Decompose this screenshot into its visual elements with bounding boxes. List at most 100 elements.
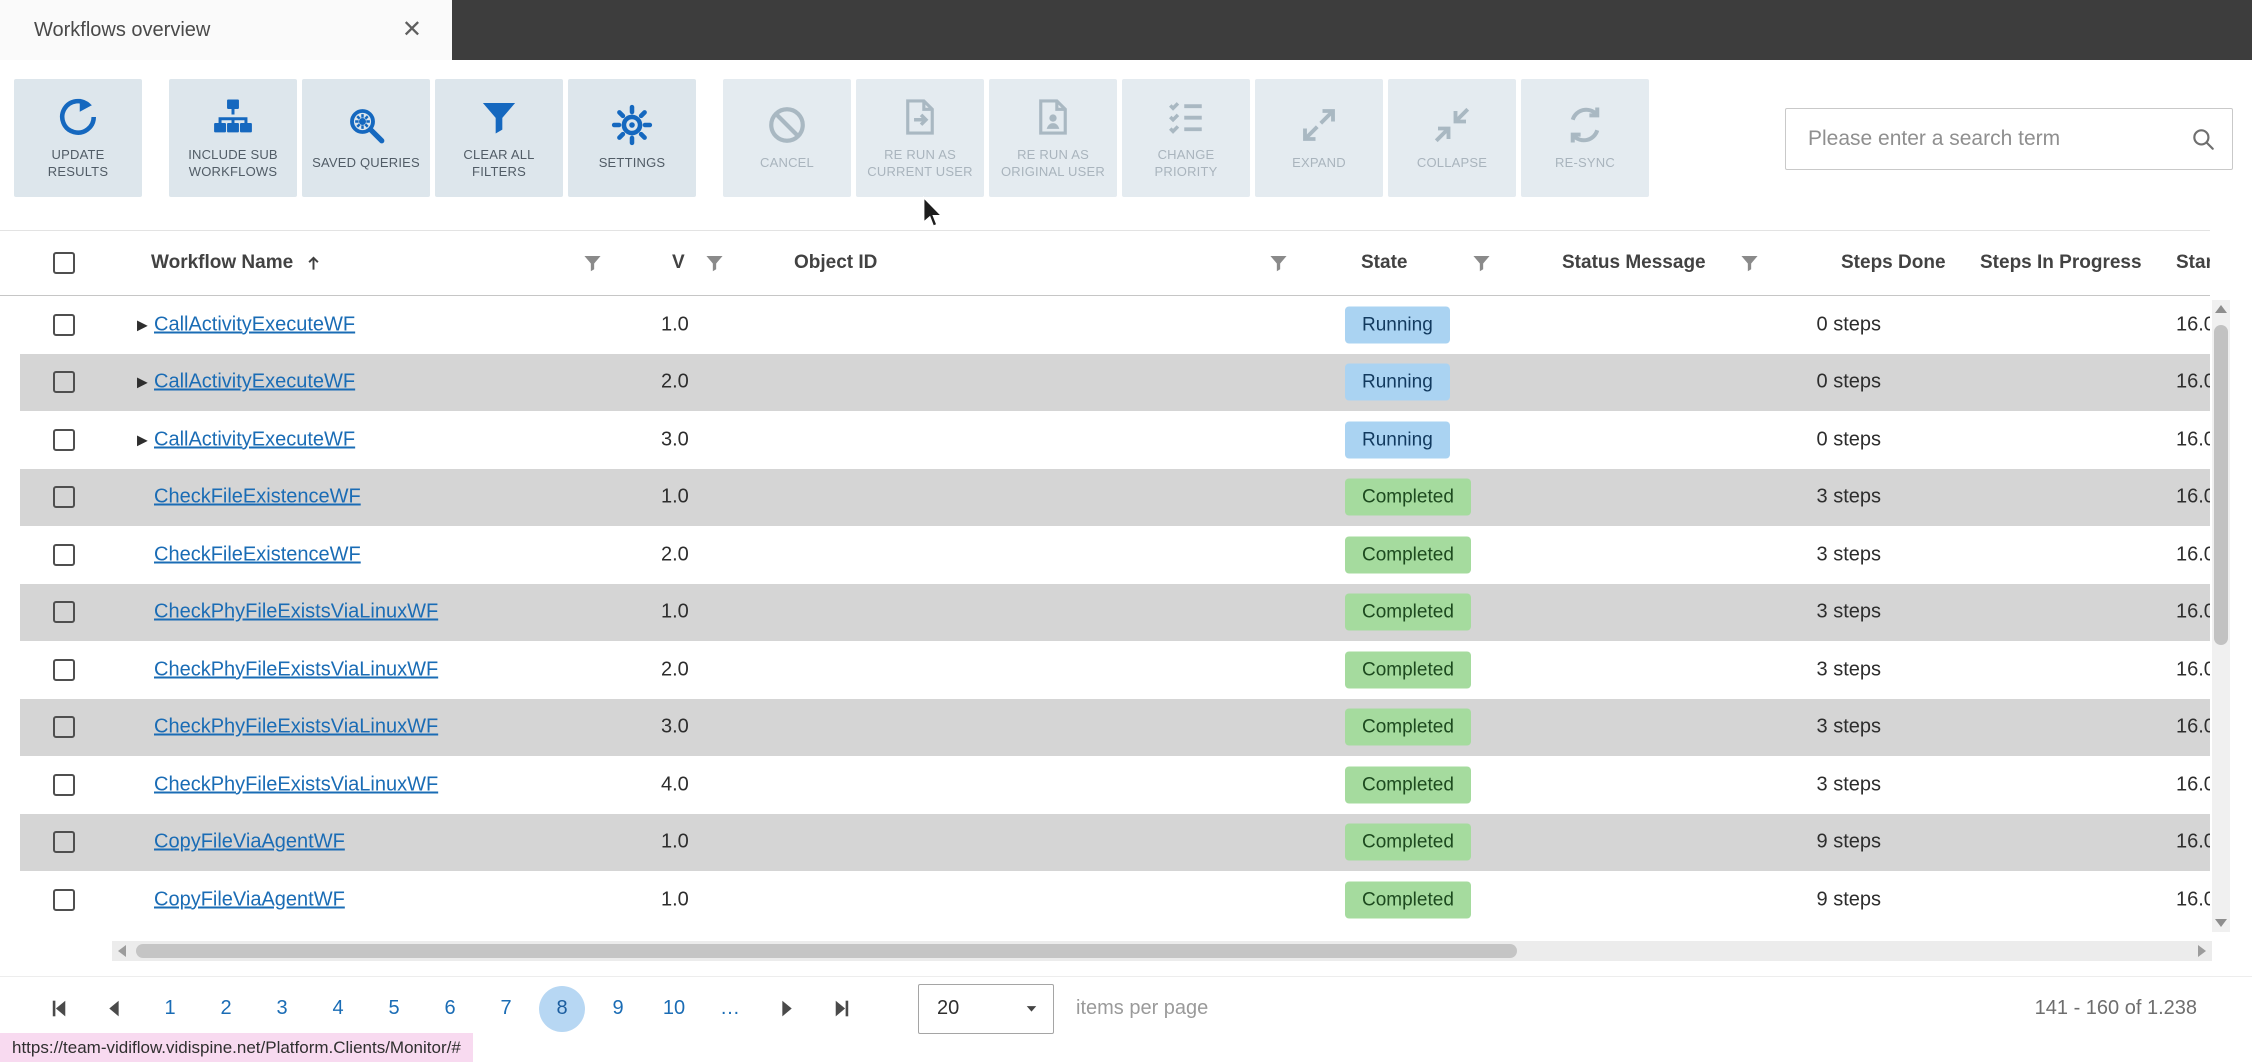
- clear-all-filters-button[interactable]: CLEAR ALL FILTERS: [435, 79, 563, 197]
- expand-button[interactable]: EXPAND: [1255, 79, 1383, 197]
- filter-state-icon[interactable]: [1471, 253, 1492, 274]
- include-sub-workflows-button[interactable]: INCLUDE SUB WORKFLOWS: [169, 79, 297, 197]
- search-input[interactable]: [1808, 127, 2190, 151]
- collapse-button[interactable]: COLLAPSE: [1388, 79, 1516, 197]
- page-button-7[interactable]: 7: [483, 986, 529, 1032]
- col-start-time[interactable]: Start Time: [2176, 252, 2210, 274]
- next-page-button[interactable]: [758, 986, 814, 1032]
- page-button-5[interactable]: 5: [371, 986, 417, 1032]
- status-url-bar: https://team-vidiflow.vidispine.net/Plat…: [0, 1033, 473, 1062]
- first-page-button[interactable]: [30, 986, 86, 1032]
- select-all-checkbox[interactable]: [53, 252, 75, 274]
- page-button-8[interactable]: 8: [539, 985, 585, 1032]
- rerun-as-current-user-button[interactable]: RE RUN AS CURRENT USER: [856, 79, 984, 197]
- page-list: 1 2 3 4 5 6 7 8 9 10…: [142, 985, 758, 1032]
- cancel-button[interactable]: CANCEL: [723, 79, 851, 197]
- workflow-name-link[interactable]: CheckPhyFileExistsViaLinuxWF: [154, 658, 438, 681]
- row-checkbox[interactable]: [53, 543, 75, 566]
- workflow-name-link[interactable]: CallActivityExecuteWF: [154, 371, 355, 394]
- last-page-button[interactable]: [814, 986, 870, 1032]
- row-checkbox[interactable]: [53, 658, 75, 681]
- row-checkbox[interactable]: [53, 888, 75, 911]
- doc-user-icon: [1032, 96, 1074, 138]
- page-button-9[interactable]: 9: [595, 986, 641, 1032]
- workflow-name-link[interactable]: CheckFileExistenceWF: [154, 543, 361, 566]
- search-icon[interactable]: [2190, 126, 2216, 152]
- scroll-right-icon[interactable]: [2198, 945, 2206, 957]
- workflow-name-link[interactable]: CheckPhyFileExistsViaLinuxWF: [154, 716, 438, 739]
- row-checkbox[interactable]: [53, 486, 75, 509]
- filter-version-icon[interactable]: [704, 253, 725, 274]
- workflow-name-link[interactable]: CopyFileViaAgentWF: [154, 831, 345, 854]
- row-checkbox[interactable]: [53, 428, 75, 451]
- toolbar-button-label: CANCEL: [760, 155, 814, 171]
- tab-workflows-overview[interactable]: Workflows overview ✕: [0, 0, 452, 60]
- toolbar-button-label: COLLAPSE: [1416, 155, 1488, 171]
- col-version[interactable]: V: [672, 252, 685, 274]
- page-button-10[interactable]: 10: [651, 986, 697, 1032]
- start-time-cell: 16.02: [2176, 370, 2210, 393]
- workflow-name-link[interactable]: CheckPhyFileExistsViaLinuxWF: [154, 773, 438, 796]
- previous-page-button[interactable]: [86, 986, 142, 1032]
- change-priority-button[interactable]: CHANGE PRIORITY: [1122, 79, 1250, 197]
- expand-row-icon[interactable]: ▶: [137, 431, 148, 448]
- page-button-2[interactable]: 2: [203, 986, 249, 1032]
- scroll-left-icon[interactable]: [118, 945, 126, 957]
- vertical-scrollbar-thumb[interactable]: [2214, 325, 2228, 645]
- version-cell: 4.0: [661, 773, 689, 796]
- rerun-as-original-user-button[interactable]: RE RUN AS ORIGINAL USER: [989, 79, 1117, 197]
- col-object-id[interactable]: Object ID: [794, 252, 877, 274]
- state-badge: Completed: [1345, 651, 1471, 689]
- col-workflow-name[interactable]: Workflow Name: [151, 252, 324, 274]
- filter-workflow-name-icon[interactable]: [582, 253, 603, 274]
- row-checkbox[interactable]: [53, 371, 75, 394]
- steps-done-cell: 3 steps: [1816, 773, 1881, 796]
- expand-row-icon[interactable]: ▶: [137, 374, 148, 391]
- col-state[interactable]: State: [1361, 252, 1407, 274]
- row-checkbox[interactable]: [53, 831, 75, 854]
- tab-close-icon[interactable]: ✕: [402, 18, 422, 42]
- col-steps-done[interactable]: Steps Done: [1841, 252, 1946, 274]
- col-status-message[interactable]: Status Message: [1562, 252, 1706, 274]
- expand-row-icon[interactable]: ▶: [137, 316, 148, 333]
- vertical-scrollbar[interactable]: [2212, 300, 2230, 932]
- state-badge: Running: [1345, 363, 1450, 401]
- page-button-6[interactable]: 6: [427, 986, 473, 1032]
- horizontal-scrollbar-thumb[interactable]: [136, 944, 1517, 958]
- scroll-down-icon[interactable]: [2215, 919, 2227, 927]
- sort-ascending-icon[interactable]: [303, 253, 324, 274]
- row-checkbox[interactable]: [53, 601, 75, 624]
- sitemap-icon: [212, 96, 254, 138]
- page-button-4[interactable]: 4: [315, 986, 361, 1032]
- toolbar-button-label: CHANGE PRIORITY: [1154, 146, 1218, 179]
- scroll-up-icon[interactable]: [2215, 305, 2227, 313]
- workflow-name-link[interactable]: CheckPhyFileExistsViaLinuxWF: [154, 601, 438, 624]
- page-button-1[interactable]: 1: [147, 986, 193, 1032]
- col-steps-in-progress[interactable]: Steps In Progress: [1980, 252, 2142, 274]
- toolbar-button-label: CLEAR ALL FILTERS: [463, 146, 535, 179]
- page-button-3[interactable]: 3: [259, 986, 305, 1032]
- steps-done-cell: 9 steps: [1816, 888, 1881, 911]
- saved-queries-button[interactable]: SAVED QUERIES: [302, 79, 430, 197]
- filter-object-id-icon[interactable]: [1268, 253, 1289, 274]
- workflow-name-link[interactable]: CallActivityExecuteWF: [154, 313, 355, 336]
- status-url: https://team-vidiflow.vidispine.net/Plat…: [12, 1037, 461, 1057]
- table-row: CheckPhyFileExistsViaLinuxWF 3.0 Completed…: [20, 698, 2210, 756]
- page-size-select[interactable]: 20: [918, 983, 1054, 1034]
- settings-button[interactable]: SETTINGS: [568, 79, 696, 197]
- filter-status-message-icon[interactable]: [1739, 253, 1760, 274]
- workflow-name-link[interactable]: CheckFileExistenceWF: [154, 486, 361, 509]
- workflow-name-link[interactable]: CopyFileViaAgentWF: [154, 888, 345, 911]
- row-checkbox[interactable]: [53, 773, 75, 796]
- workflow-name-link[interactable]: CallActivityExecuteWF: [154, 428, 355, 451]
- re-sync-button[interactable]: RE-SYNC: [1521, 79, 1649, 197]
- row-checkbox[interactable]: [53, 313, 75, 336]
- start-time-cell: 16.02: [2176, 600, 2210, 623]
- horizontal-scrollbar[interactable]: [112, 941, 2212, 961]
- update-results-button[interactable]: UPDATE RESULTS: [14, 79, 142, 197]
- state-badge: Completed: [1345, 536, 1471, 574]
- steps-done-cell: 0 steps: [1816, 370, 1881, 393]
- page-size-value: 20: [937, 997, 960, 1019]
- toolbar-button-label: EXPAND: [1292, 155, 1346, 171]
- row-checkbox[interactable]: [53, 716, 75, 739]
